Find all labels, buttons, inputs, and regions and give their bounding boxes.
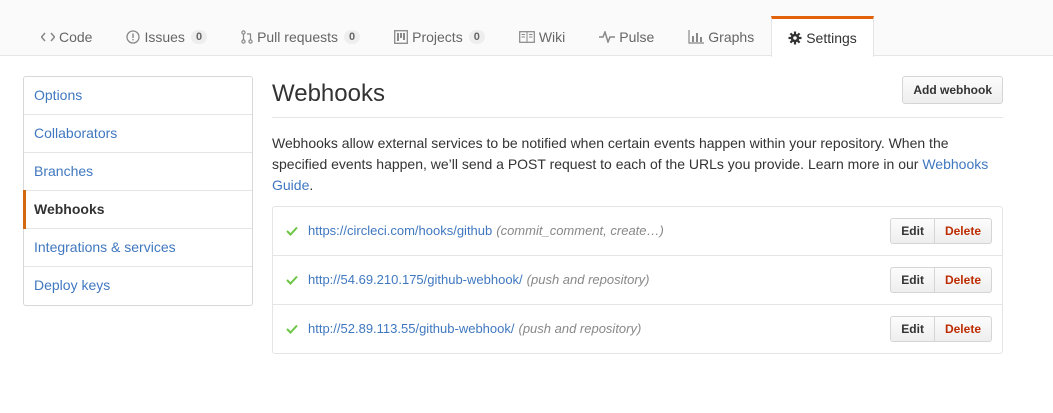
webhooks-description: Webhooks allow external services to be n…	[272, 133, 1003, 196]
webhook-actions: Edit Delete	[890, 316, 992, 342]
webhook-item: http://52.89.113.55/github-webhook/ (push…	[273, 305, 1002, 353]
delete-button[interactable]: Delete	[934, 218, 992, 244]
webhook-actions: Edit Delete	[890, 218, 992, 244]
tab-projects[interactable]: Projects 0	[377, 16, 502, 56]
tab-label: Settings	[806, 30, 857, 46]
delete-button[interactable]: Delete	[934, 267, 992, 293]
webhook-url-link[interactable]: http://52.89.113.55/github-webhook/	[308, 321, 514, 336]
pulse-icon	[599, 30, 616, 43]
tab-label: Wiki	[538, 28, 566, 45]
repo-nav: Code Issues 0 Pull requests 0 Projects 0	[0, 0, 1053, 57]
webhook-actions: Edit Delete	[890, 267, 992, 293]
webhook-item: http://54.69.210.175/github-webhook/(pus…	[273, 256, 1002, 305]
graph-icon	[688, 29, 705, 44]
webhooks-panel: Webhooks Add webhook Webhooks allow exte…	[272, 76, 1003, 354]
webhook-events: (push and repository)	[526, 272, 650, 287]
gear-icon	[788, 31, 802, 45]
webhook-list: https://circleci.com/hooks/github (commit…	[272, 206, 1003, 354]
webhook-url-link[interactable]: http://54.69.210.175/github-webhook/	[308, 272, 523, 287]
description-end: .	[309, 177, 314, 193]
issues-counter: 0	[190, 29, 208, 44]
code-icon	[41, 31, 55, 43]
tab-label: Pull requests	[257, 28, 338, 45]
tab-pulse[interactable]: Pulse	[582, 16, 671, 56]
project-icon	[394, 29, 409, 44]
tab-issues[interactable]: Issues 0	[109, 16, 224, 56]
menu-item-integrations-services[interactable]: Integrations & services	[24, 229, 252, 267]
webhook-url-link[interactable]: https://circleci.com/hooks/github	[308, 223, 492, 238]
webhook-item: https://circleci.com/hooks/github (commit…	[273, 207, 1002, 256]
webhook-events: (commit_comment, create…)	[496, 223, 664, 238]
book-icon	[518, 30, 535, 43]
tab-code[interactable]: Code	[24, 16, 109, 56]
edit-button[interactable]: Edit	[890, 267, 935, 293]
projects-counter: 0	[468, 29, 485, 44]
pull-request-icon	[241, 29, 253, 44]
webhook-events: (push and repository)	[518, 321, 642, 336]
edit-button[interactable]: Edit	[890, 316, 935, 342]
tab-wiki[interactable]: Wiki	[502, 16, 582, 56]
issue-icon	[126, 29, 141, 44]
edit-button[interactable]: Edit	[890, 218, 935, 244]
tab-graphs[interactable]: Graphs	[671, 16, 771, 56]
subhead: Webhooks Add webhook	[272, 76, 1003, 118]
description-text: Webhooks allow external services to be n…	[272, 135, 949, 172]
delete-button[interactable]: Delete	[934, 316, 992, 342]
repo-tabs: Code Issues 0 Pull requests 0 Projects 0	[24, 16, 874, 57]
menu-item-deploy-keys[interactable]: Deploy keys	[24, 267, 252, 305]
settings-menu: Options Collaborators Branches Webhooks …	[23, 76, 253, 306]
check-icon	[286, 321, 298, 337]
add-webhook-button[interactable]: Add webhook	[902, 76, 1003, 104]
menu-item-branches[interactable]: Branches	[24, 153, 252, 191]
tab-pull-requests[interactable]: Pull requests 0	[224, 16, 377, 56]
menu-item-webhooks[interactable]: Webhooks	[23, 190, 252, 229]
page-title: Webhooks	[272, 80, 385, 107]
tab-label: Graphs	[708, 28, 755, 45]
tab-label: Projects	[412, 28, 463, 45]
tab-settings[interactable]: Settings	[771, 16, 874, 57]
tab-label: Issues	[144, 28, 185, 45]
menu-item-collaborators[interactable]: Collaborators	[24, 115, 252, 153]
menu-item-options[interactable]: Options	[24, 77, 252, 115]
check-icon	[286, 272, 298, 288]
tab-label: Pulse	[619, 28, 655, 45]
tab-label: Code	[59, 28, 93, 45]
pull-requests-counter: 0	[344, 29, 361, 44]
check-icon	[286, 223, 298, 239]
